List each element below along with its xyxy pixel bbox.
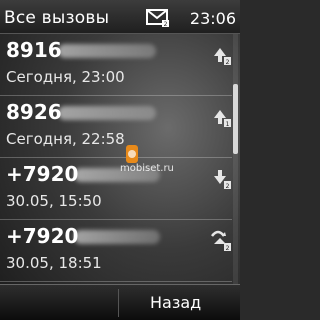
- clock: 23:06: [189, 9, 236, 28]
- call-number: +7920: [6, 162, 79, 186]
- call-time: Сегодня, 22:58: [6, 130, 125, 148]
- received-call-icon: 2: [214, 170, 231, 190]
- blurred-number-mask: [58, 44, 156, 58]
- phone-screen: Все вызовы 2 23:06 8916 Сегодня, 23:00 2…: [0, 0, 240, 320]
- outgoing-call-icon: 2: [214, 48, 231, 66]
- call-time: 30.05, 18:51: [6, 254, 102, 272]
- softkey-divider: [118, 289, 119, 317]
- message-envelope-icon[interactable]: 2: [146, 8, 170, 28]
- list-item[interactable]: 8916 Сегодня, 23:00 2: [0, 34, 232, 96]
- svg-text:2: 2: [164, 21, 168, 28]
- missed-call-icon: 2: [211, 230, 231, 252]
- call-number: 8926: [6, 100, 62, 124]
- back-button[interactable]: Назад: [150, 293, 201, 312]
- svg-text:1: 1: [226, 121, 230, 128]
- watermark-text: mobiset.ru: [120, 163, 174, 174]
- list-item[interactable]: +7920 30.05, 18:51 2: [0, 220, 232, 282]
- status-bar: Все вызовы 2 23:06: [0, 0, 240, 34]
- outgoing-call-icon: 1: [214, 110, 231, 128]
- scrollbar[interactable]: [233, 34, 238, 284]
- page-title: Все вызовы: [4, 8, 110, 28]
- svg-text:2: 2: [226, 59, 230, 66]
- mobiset-logo-icon: [126, 145, 138, 163]
- call-time: 30.05, 15:50: [6, 192, 102, 210]
- blurred-number-mask: [58, 106, 156, 120]
- call-number: 8916: [6, 38, 62, 62]
- svg-text:2: 2: [226, 245, 230, 252]
- scrollbar-thumb[interactable]: [233, 84, 238, 154]
- softkey-bar: Назад: [0, 284, 240, 320]
- list-item[interactable]: +7920 30.05, 15:50 2: [0, 158, 232, 220]
- call-time: Сегодня, 23:00: [6, 68, 125, 86]
- blurred-number-mask: [74, 230, 160, 244]
- call-number: +7920: [6, 224, 79, 248]
- svg-text:2: 2: [226, 183, 230, 190]
